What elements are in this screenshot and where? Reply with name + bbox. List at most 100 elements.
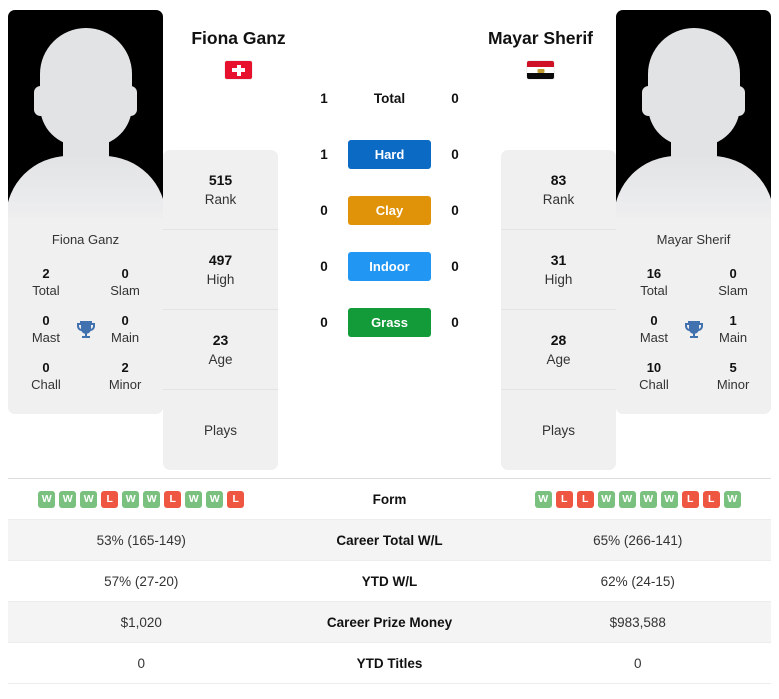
rank-stat-cell: 497 High [163,230,278,310]
form-badges-left: WWWLWWLWWL [8,490,275,508]
ytd-titles-left: 0 [137,655,145,671]
title-stat: 0 Slam [101,265,149,300]
player-right-header: Mayar Sherif [483,28,598,79]
rank-label: High [544,271,573,287]
title-value: 10 [646,360,662,375]
title-value: 0 [121,313,129,328]
rank-stat-cell: 515 Rank [163,150,278,230]
table-row-career-total-wl: 53% (165-149) Career Total W/L 65% (266-… [8,520,771,561]
title-stat: 0 Chall [22,359,70,394]
table-row-label: YTD Titles [356,655,423,671]
table-row-ytd-titles: 0 YTD Titles 0 [8,643,771,684]
form-badge-win: W [597,490,615,508]
title-value: 0 [42,313,50,328]
form-badge-win: W [185,490,203,508]
player-right-rank-column: 83 Rank 31 High 28 Age Plays [501,150,616,470]
h2h-left-score: 0 [320,202,328,218]
title-value: 2 [121,360,129,375]
player-right-photo [616,10,771,218]
trophy-icon [678,318,709,342]
table-row-label: Form [372,491,407,507]
title-value: 5 [729,360,737,375]
avatar-head [647,28,740,146]
flag-band-red [527,61,554,67]
title-label: Mast [31,330,61,345]
flag-eagle-emblem [537,68,544,73]
title-stat: 10 Chall [630,359,678,394]
title-stat: 16 Total [630,265,678,300]
ytd-wl-right: 62% (24-15) [600,573,675,589]
rank-label: Age [546,351,571,367]
rank-stat-cell: 28 Age [501,310,616,390]
h2h-surface-label: Total [373,90,406,106]
rank-label: Age [208,351,233,367]
rank-stat-cell: 31 High [501,230,616,310]
h2h-right-score: 0 [451,314,459,330]
rank-label: Plays [203,422,237,438]
h2h-right-score: 0 [451,258,459,274]
h2h-left-score: 0 [320,314,328,330]
player-left-name: Fiona Ganz [191,28,286,48]
title-label: Chall [639,377,669,392]
player-right-photo-caption: Mayar Sherif [616,218,771,259]
comparison-table: WWWLWWLWWL Form WLLWWWWLLW 53% (165-149)… [8,478,771,684]
rank-stat-cell: 23 Age [163,310,278,390]
ytd-titles-right: 0 [633,655,642,671]
titles-row: 0 Mast 0 Main [14,306,157,353]
title-label: Minor [108,377,142,392]
title-stat: 2 Total [22,265,70,300]
egypt-flag-icon [527,61,554,79]
career-total-wl-left: 53% (165-149) [96,532,186,548]
h2h-right-score: 0 [451,146,459,162]
rank-label: Plays [541,422,575,438]
rank-label: High [206,271,235,287]
player-right-card[interactable]: Mayar Sherif 16 Total 0 Slam 0 Mast 1 Ma… [616,10,771,414]
rank-stat-cell: 83 Rank [501,150,616,230]
career-prize-money-right: $983,588 [609,614,666,630]
title-label: Main [110,330,140,345]
title-value: 0 [42,360,50,375]
rank-value: 515 [208,171,233,188]
player-right-name: Mayar Sherif [487,28,594,48]
title-value: 0 [729,266,737,281]
form-badges-right: WLLWWWWLLW [505,490,772,508]
h2h-surface-badge-indoor[interactable]: Indoor [348,251,431,281]
form-badge-loss: L [164,490,182,508]
title-label: Main [718,330,748,345]
title-stat: 0 Main [101,312,149,347]
player-left-photo-caption: Fiona Ganz [8,218,163,259]
table-row-label: Career Prize Money [326,614,453,630]
player-left-card[interactable]: Fiona Ganz 2 Total 0 Slam 0 Mast 0 Main … [8,10,163,414]
table-row-career-prize-money: $1,020 Career Prize Money $983,588 [8,602,771,643]
h2h-surface-badge-grass[interactable]: Grass [348,307,431,337]
h2h-surface-badge-clay[interactable]: Clay [348,195,431,225]
form-badge-win: W [122,490,140,508]
h2h-row-hard: 1 Hard 0 [278,126,501,182]
table-row-form: WWWLWWLWWL Form WLLWWWWLLW [8,479,771,520]
form-badge-win: W [723,490,741,508]
h2h-row-indoor: 0 Indoor 0 [278,238,501,294]
h2h-surface-badge-hard[interactable]: Hard [348,139,431,169]
title-value: 0 [650,313,658,328]
titles-row: 0 Mast 1 Main [622,306,765,353]
h2h-left-score: 1 [320,90,328,106]
form-badge-win: W [59,490,77,508]
ytd-wl-left: 57% (27-20) [104,573,179,589]
avatar-ear-right [124,86,137,116]
player-left-header: Fiona Ganz [181,28,296,79]
avatar-ear-left [34,86,47,116]
rank-stat-cell: Plays [501,390,616,470]
form-badge-win: W [534,490,552,508]
title-stat: 1 Main [709,312,757,347]
titles-row: 16 Total 0 Slam [622,259,765,306]
h2h-row-clay: 0 Clay 0 [278,182,501,238]
rank-label: Rank [204,191,237,207]
avatar-shoulders [616,156,771,218]
player-comparison-page: Fiona Ganz Mayar Sherif Fiona Ganz 2 Tot… [0,0,779,699]
h2h-row-grass: 0 Grass 0 [278,294,501,350]
form-badge-loss: L [576,490,594,508]
rank-value: 23 [212,331,229,348]
switzerland-flag-icon [225,61,252,79]
avatar-shoulders [8,156,163,218]
title-label: Slam [718,283,748,298]
